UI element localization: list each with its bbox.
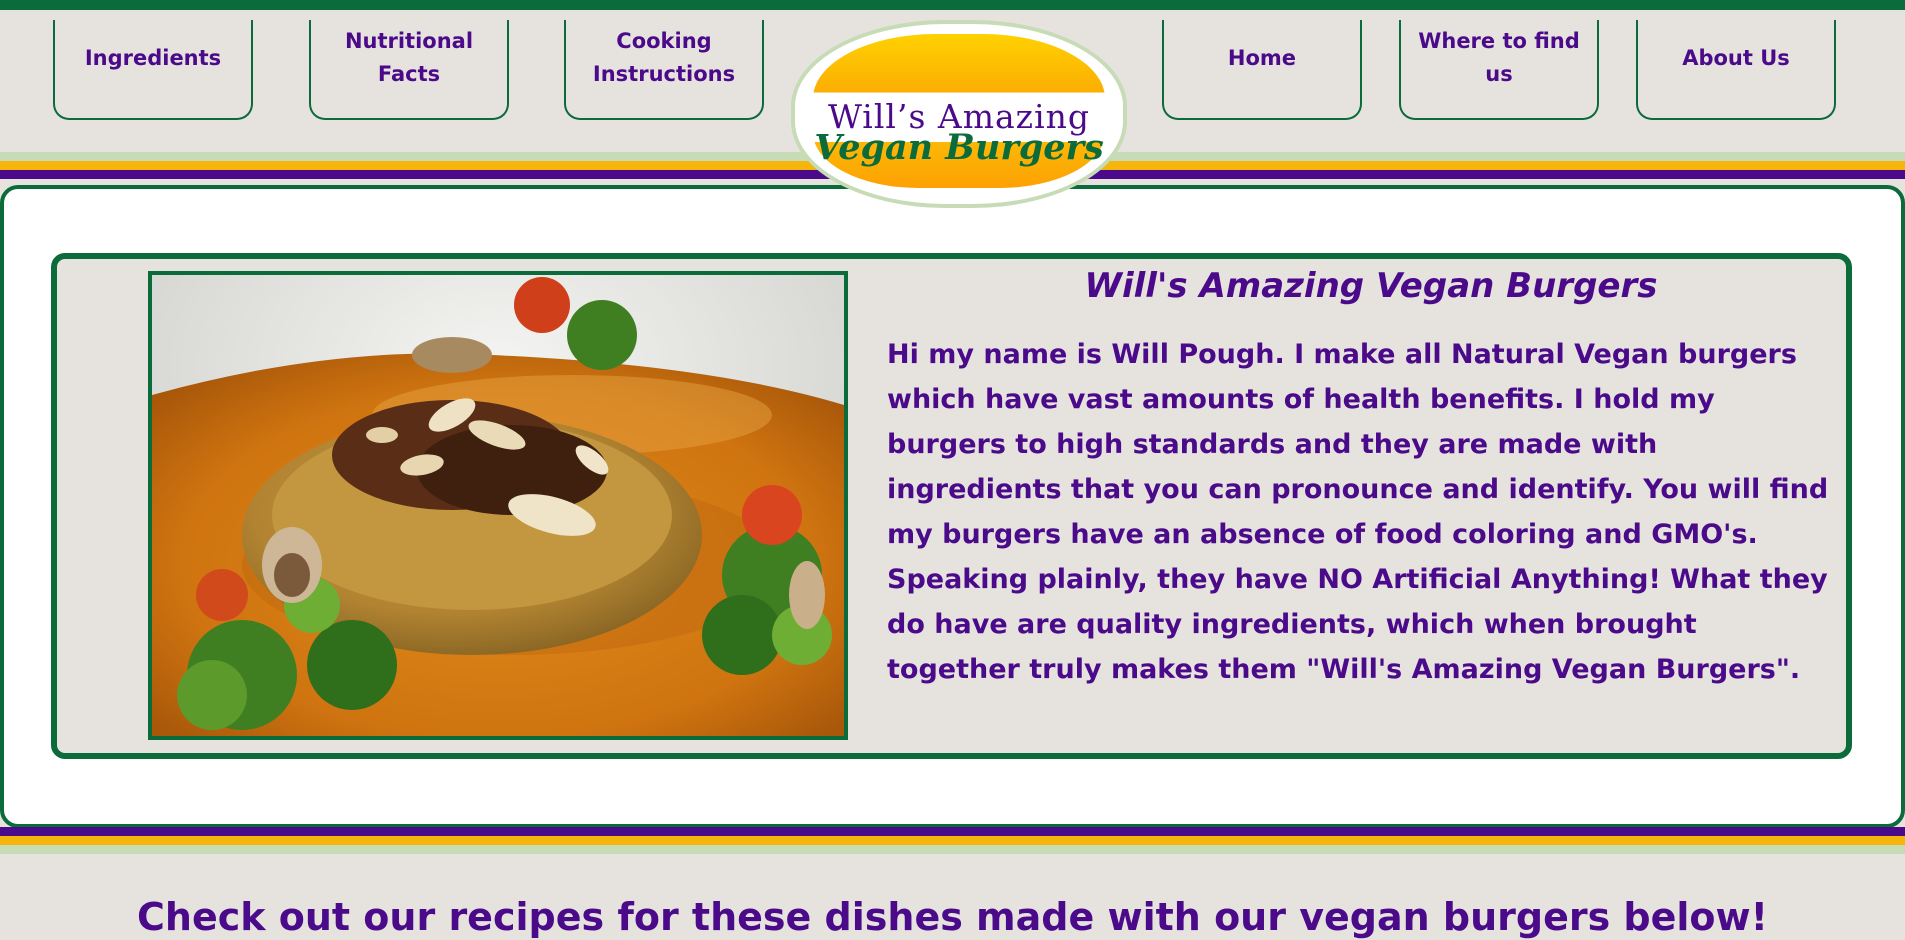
nav-about-us-button[interactable]: About Us bbox=[1636, 20, 1836, 120]
nav-ingredients-button[interactable]: Ingredients bbox=[53, 20, 253, 120]
nav-cooking-instructions-button[interactable]: Cooking Instructions bbox=[564, 20, 764, 120]
nav-nutritional-facts-button[interactable]: Nutritional Facts bbox=[309, 20, 509, 120]
nav-home-button[interactable]: Home bbox=[1162, 20, 1362, 120]
recipes-heading: Check out our recipes for these dishes m… bbox=[137, 895, 1768, 939]
nav-cooking-instructions-label: Cooking Instructions bbox=[592, 29, 736, 86]
nav-about-us-label: About Us bbox=[1682, 45, 1790, 70]
logo-text-line2: Vegan Burgers bbox=[814, 127, 1104, 168]
feature-title: Will's Amazing Vegan Burgers bbox=[1084, 266, 1658, 306]
nav-nutritional-facts-label: Nutritional Facts bbox=[344, 29, 474, 86]
nav-where-to-find-us-button[interactable]: Where to find us bbox=[1399, 20, 1599, 120]
section-stripes bbox=[0, 827, 1905, 854]
vegan-burger-dish-illustration bbox=[152, 275, 844, 736]
nav-where-to-find-us-label: Where to find us bbox=[1418, 29, 1580, 86]
top-border bbox=[0, 0, 1905, 10]
site-logo[interactable]: Will’s Amazing Vegan Burgers bbox=[791, 20, 1127, 208]
nav-home-label: Home bbox=[1227, 45, 1297, 70]
nav-ingredients-label: Ingredients bbox=[84, 45, 222, 70]
vegan-burger-photo bbox=[148, 271, 848, 740]
feature-description: Hi my name is Will Pough. I make all Nat… bbox=[887, 339, 1829, 685]
